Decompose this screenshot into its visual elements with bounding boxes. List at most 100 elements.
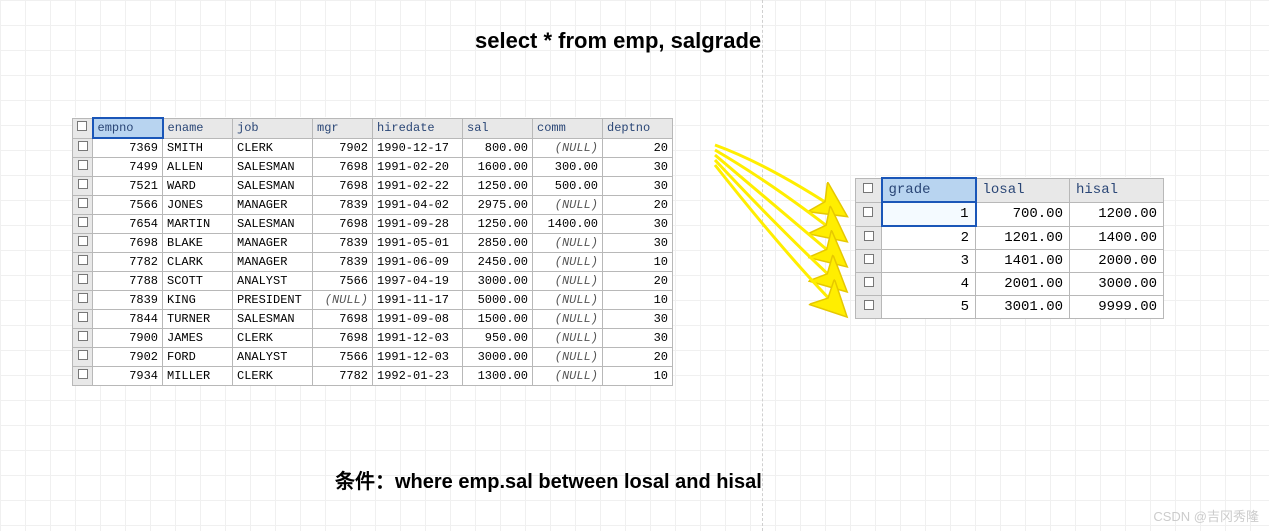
- cell-empno[interactable]: 7782: [93, 253, 163, 272]
- cell-hiredate[interactable]: 1991-12-03: [373, 329, 463, 348]
- table-row[interactable]: 7900JAMESCLERK76981991-12-03950.00(NULL)…: [73, 329, 673, 348]
- cell-hiredate[interactable]: 1991-09-08: [373, 310, 463, 329]
- cell-sal[interactable]: 1500.00: [463, 310, 533, 329]
- cell-deptno[interactable]: 20: [603, 348, 673, 367]
- row-checkbox[interactable]: [856, 296, 882, 319]
- cell-empno[interactable]: 7839: [93, 291, 163, 310]
- cell-comm[interactable]: 500.00: [533, 177, 603, 196]
- row-checkbox[interactable]: [73, 196, 93, 215]
- cell-hiredate[interactable]: 1991-12-03: [373, 348, 463, 367]
- cell-ename[interactable]: TURNER: [163, 310, 233, 329]
- cell-sal[interactable]: 1300.00: [463, 367, 533, 386]
- row-checkbox[interactable]: [73, 215, 93, 234]
- cell-comm[interactable]: (NULL): [533, 234, 603, 253]
- table-row[interactable]: 7844TURNERSALESMAN76981991-09-081500.00(…: [73, 310, 673, 329]
- cell-ename[interactable]: ALLEN: [163, 158, 233, 177]
- cell-comm[interactable]: 1400.00: [533, 215, 603, 234]
- cell-mgr[interactable]: 7698: [313, 329, 373, 348]
- table-row[interactable]: 21201.001400.00: [856, 226, 1164, 250]
- cell-mgr[interactable]: 7698: [313, 158, 373, 177]
- cell-hiredate[interactable]: 1991-04-02: [373, 196, 463, 215]
- cell-losal[interactable]: 1401.00: [976, 250, 1070, 273]
- cell-job[interactable]: SALESMAN: [233, 177, 313, 196]
- cell-hisal[interactable]: 9999.00: [1070, 296, 1164, 319]
- cell-ename[interactable]: WARD: [163, 177, 233, 196]
- cell-losal[interactable]: 700.00: [976, 202, 1070, 226]
- cell-deptno[interactable]: 20: [603, 196, 673, 215]
- row-checkbox[interactable]: [73, 310, 93, 329]
- cell-ename[interactable]: MARTIN: [163, 215, 233, 234]
- cell-empno[interactable]: 7900: [93, 329, 163, 348]
- row-checkbox[interactable]: [73, 177, 93, 196]
- cell-job[interactable]: ANALYST: [233, 348, 313, 367]
- cell-deptno[interactable]: 30: [603, 310, 673, 329]
- cell-empno[interactable]: 7499: [93, 158, 163, 177]
- cell-comm[interactable]: (NULL): [533, 196, 603, 215]
- cell-ename[interactable]: CLARK: [163, 253, 233, 272]
- cell-hiredate[interactable]: 1991-02-22: [373, 177, 463, 196]
- cell-losal[interactable]: 1201.00: [976, 226, 1070, 250]
- cell-empno[interactable]: 7934: [93, 367, 163, 386]
- cell-hiredate[interactable]: 1991-09-28: [373, 215, 463, 234]
- cell-ename[interactable]: MILLER: [163, 367, 233, 386]
- cell-comm[interactable]: (NULL): [533, 272, 603, 291]
- cell-hiredate[interactable]: 1997-04-19: [373, 272, 463, 291]
- cell-ename[interactable]: FORD: [163, 348, 233, 367]
- cell-deptno[interactable]: 10: [603, 367, 673, 386]
- cell-empno[interactable]: 7698: [93, 234, 163, 253]
- table-row[interactable]: 7902FORDANALYST75661991-12-033000.00(NUL…: [73, 348, 673, 367]
- row-checkbox[interactable]: [856, 202, 882, 226]
- cell-hiredate[interactable]: 1991-06-09: [373, 253, 463, 272]
- cell-hisal[interactable]: 2000.00: [1070, 250, 1164, 273]
- cell-job[interactable]: PRESIDENT: [233, 291, 313, 310]
- col-mgr[interactable]: mgr: [313, 118, 373, 138]
- cell-hiredate[interactable]: 1991-05-01: [373, 234, 463, 253]
- cell-sal[interactable]: 3000.00: [463, 272, 533, 291]
- cell-ename[interactable]: SMITH: [163, 138, 233, 158]
- col-comm[interactable]: comm: [533, 118, 603, 138]
- col-empno[interactable]: empno: [93, 118, 163, 138]
- table-row[interactable]: 7499ALLENSALESMAN76981991-02-201600.0030…: [73, 158, 673, 177]
- cell-empno[interactable]: 7566: [93, 196, 163, 215]
- table-row[interactable]: 7566JONESMANAGER78391991-04-022975.00(NU…: [73, 196, 673, 215]
- cell-losal[interactable]: 3001.00: [976, 296, 1070, 319]
- cell-job[interactable]: CLERK: [233, 138, 313, 158]
- cell-deptno[interactable]: 20: [603, 272, 673, 291]
- cell-mgr[interactable]: 7566: [313, 348, 373, 367]
- cell-hiredate[interactable]: 1991-11-17: [373, 291, 463, 310]
- cell-deptno[interactable]: 20: [603, 138, 673, 158]
- table-row[interactable]: 7369SMITHCLERK79021990-12-17800.00(NULL)…: [73, 138, 673, 158]
- table-row[interactable]: 7521WARDSALESMAN76981991-02-221250.00500…: [73, 177, 673, 196]
- cell-sal[interactable]: 2975.00: [463, 196, 533, 215]
- row-checkbox[interactable]: [73, 272, 93, 291]
- cell-empno[interactable]: 7654: [93, 215, 163, 234]
- table-row[interactable]: 53001.009999.00: [856, 296, 1164, 319]
- cell-sal[interactable]: 800.00: [463, 138, 533, 158]
- salgrade-data-grid[interactable]: grade losal hisal 1700.001200.0021201.00…: [855, 177, 1164, 319]
- row-checkbox[interactable]: [73, 138, 93, 158]
- row-checkbox[interactable]: [73, 367, 93, 386]
- cell-mgr[interactable]: 7698: [313, 310, 373, 329]
- cell-job[interactable]: SALESMAN: [233, 310, 313, 329]
- cell-sal[interactable]: 2450.00: [463, 253, 533, 272]
- cell-comm[interactable]: (NULL): [533, 310, 603, 329]
- cell-deptno[interactable]: 30: [603, 158, 673, 177]
- col-sal[interactable]: sal: [463, 118, 533, 138]
- cell-deptno[interactable]: 30: [603, 215, 673, 234]
- cell-empno[interactable]: 7902: [93, 348, 163, 367]
- cell-empno[interactable]: 7788: [93, 272, 163, 291]
- cell-hisal[interactable]: 1400.00: [1070, 226, 1164, 250]
- cell-sal[interactable]: 1600.00: [463, 158, 533, 177]
- row-checkbox[interactable]: [73, 329, 93, 348]
- cell-sal[interactable]: 1250.00: [463, 177, 533, 196]
- row-checkbox[interactable]: [73, 291, 93, 310]
- table-row[interactable]: 7654MARTINSALESMAN76981991-09-281250.001…: [73, 215, 673, 234]
- table-row[interactable]: 7788SCOTTANALYST75661997-04-193000.00(NU…: [73, 272, 673, 291]
- row-checkbox[interactable]: [73, 348, 93, 367]
- cell-sal[interactable]: 950.00: [463, 329, 533, 348]
- table-row[interactable]: 1700.001200.00: [856, 202, 1164, 226]
- cell-sal[interactable]: 5000.00: [463, 291, 533, 310]
- cell-deptno[interactable]: 30: [603, 329, 673, 348]
- cell-mgr[interactable]: 7698: [313, 177, 373, 196]
- cell-comm[interactable]: (NULL): [533, 253, 603, 272]
